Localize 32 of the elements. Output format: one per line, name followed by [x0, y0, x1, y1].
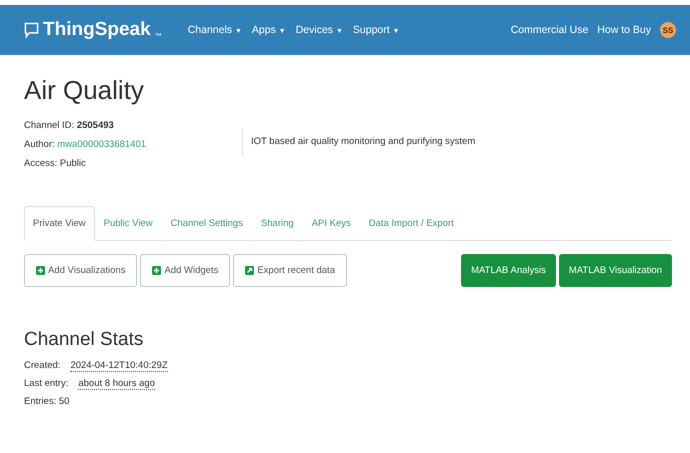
channel-title: Air Quality: [24, 75, 145, 106]
plus-icon: [36, 266, 45, 275]
tab[interactable]: Sharing: [252, 206, 303, 241]
last-entry-label: Last entry:: [24, 378, 68, 389]
plus-icon: [152, 266, 162, 275]
tab[interactable]: Channel Settings: [162, 206, 252, 241]
access-text: Access: Public: [24, 157, 87, 171]
speech-bubble-icon: [24, 22, 39, 38]
matlab-button[interactable]: MATLAB Analysis: [461, 254, 556, 287]
export-icon: [245, 266, 254, 275]
tab[interactable]: Public View: [94, 206, 162, 241]
action-button[interactable]: Add Widgets: [140, 254, 230, 287]
created-date: 2024-04-12T10:40:29Z: [70, 360, 168, 372]
channel-description: IOT based air quality monitoring and purifying system: [242, 128, 476, 156]
created-label: Created:: [24, 360, 60, 371]
action-button[interactable]: Add Visualizations: [24, 254, 138, 287]
author-link[interactable]: mwa0000033681401: [57, 139, 146, 150]
tab[interactable]: API Keys: [302, 206, 360, 241]
nav-link[interactable]: How to Buy: [597, 24, 651, 36]
channel-id: Channel ID: 2505493: [24, 119, 115, 133]
author-label: Author:: [24, 139, 55, 150]
matlab-button[interactable]: MATLAB Visualization: [558, 254, 672, 287]
action-button[interactable]: Export recent data: [233, 254, 347, 287]
user-avatar[interactable]: SS: [660, 22, 676, 38]
tab[interactable]: Private View: [24, 206, 95, 241]
stats-heading: Channel Stats: [24, 329, 144, 351]
trademark-mark: ™: [154, 33, 162, 40]
tab[interactable]: Data Import / Export: [360, 206, 463, 241]
entries-count: Entries: 50: [24, 395, 70, 409]
brand-logo[interactable]: ThingSpeak: [43, 19, 151, 41]
last-entry-time: about 8 hours ago: [78, 378, 155, 390]
nav-link[interactable]: Commercial Use: [510, 24, 588, 36]
